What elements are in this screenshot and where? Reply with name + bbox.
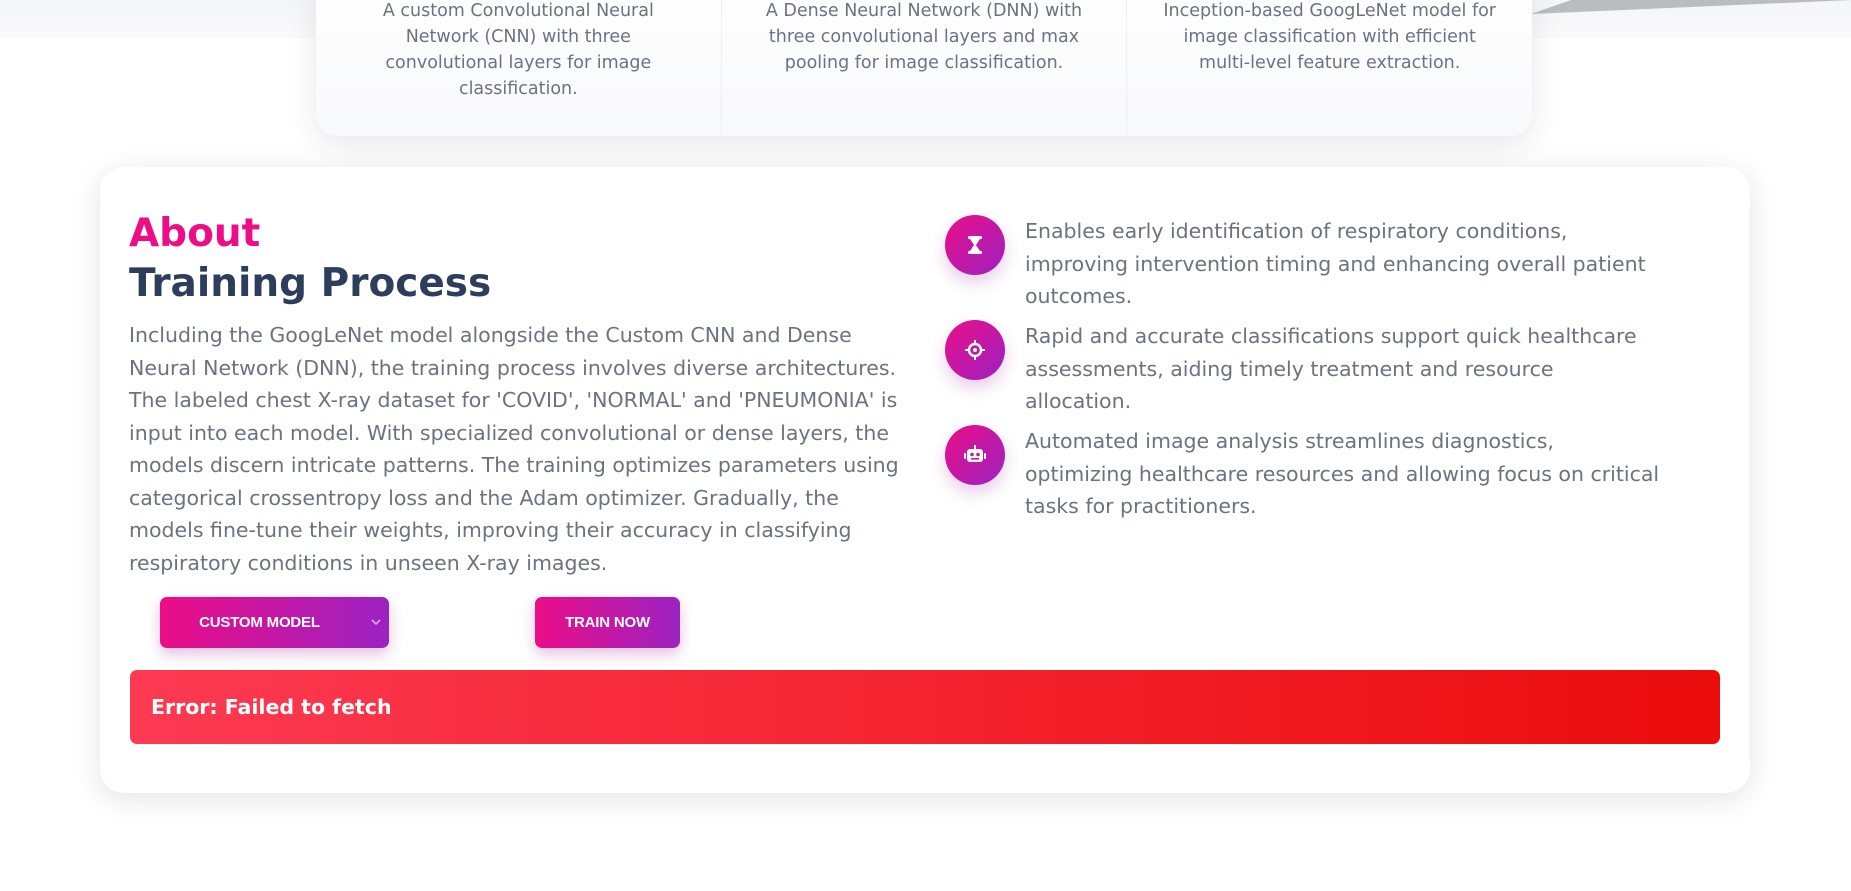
model-select-dropdown[interactable]: CUSTOM MODEL xyxy=(160,597,389,648)
about-title: Training Process xyxy=(129,261,492,306)
model-card-cnn: A custom Convolutional Neural Network (C… xyxy=(316,0,721,136)
about-description: Including the GoogLeNet model alongside … xyxy=(129,323,899,575)
feature-item-early-identification: Enables early identification of respirat… xyxy=(945,215,1705,311)
feature-item-rapid-classification: Rapid and accurate classifications suppo… xyxy=(945,320,1705,416)
about-kicker: About xyxy=(129,211,261,256)
feature-text: Enables early identification of respirat… xyxy=(1025,219,1646,308)
crosshair-icon xyxy=(945,320,1005,380)
error-message: Error: Failed to fetch xyxy=(151,695,392,719)
feature-text: Rapid and accurate classifications suppo… xyxy=(1025,324,1637,413)
model-cards-row: A custom Convolutional Neural Network (C… xyxy=(316,0,1533,136)
about-section-card: About Training Process Including the Goo… xyxy=(100,167,1750,793)
model-card-dnn: A Dense Neural Network (DNN) with three … xyxy=(720,0,1127,136)
hourglass-icon xyxy=(945,215,1005,275)
model-card-description: Inception-based GoogLeNet model for imag… xyxy=(1163,1,1497,73)
robot-icon xyxy=(945,425,1005,485)
model-card-description: A custom Convolutional Neural Network (C… xyxy=(382,1,654,99)
model-card-googlenet: Inception-based GoogLeNet model for imag… xyxy=(1126,0,1533,136)
feature-text: Automated image analysis streamlines dia… xyxy=(1025,429,1660,518)
model-card-description: A Dense Neural Network (DNN) with three … xyxy=(765,1,1083,73)
model-select-value: CUSTOM MODEL xyxy=(199,614,320,631)
feature-item-automated-analysis: Automated image analysis streamlines dia… xyxy=(945,425,1705,521)
decorative-wedge-shape xyxy=(1531,0,1851,14)
train-now-button[interactable]: TRAIN NOW xyxy=(535,597,680,648)
error-banner: Error: Failed to fetch xyxy=(130,670,1720,744)
chevron-down-icon xyxy=(371,619,381,626)
